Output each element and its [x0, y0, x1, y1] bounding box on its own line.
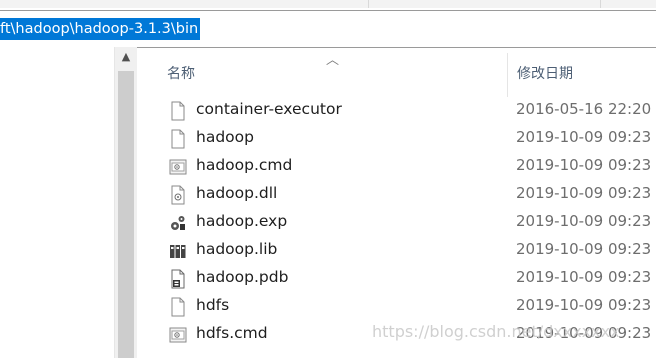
column-header: ︿ 名称 修改日期 [137, 47, 656, 97]
toolbar-divider [600, 0, 601, 8]
blank-file-icon [171, 297, 185, 317]
file-name: hadoop.exp [196, 212, 288, 230]
file-date: 2016-05-16 22:20 [516, 100, 652, 118]
blank-file-icon [171, 129, 185, 149]
file-row[interactable]: hadoop.cmd 2019-10-09 09:23 [137, 153, 656, 181]
file-row[interactable]: container-executor 2016-05-16 22:20 [137, 97, 656, 125]
file-date: 2019-10-09 09:23 [516, 324, 652, 342]
file-name: hadoop.lib [196, 240, 278, 258]
column-header-name[interactable]: 名称 [167, 63, 195, 83]
file-row[interactable]: hdfs.cmd 2019-10-09 09:23 [137, 321, 656, 349]
scroll-up-arrow-icon[interactable]: ▲ [115, 47, 137, 67]
file-date: 2019-10-09 09:23 [516, 296, 652, 314]
sort-ascending-icon[interactable]: ︿ [326, 49, 339, 68]
file-row[interactable]: hadoop.pdb 2019-10-09 09:23 [137, 265, 656, 293]
lib-file-icon [170, 245, 186, 258]
dll-file-icon [171, 185, 185, 205]
file-row[interactable]: hadoop.dll 2019-10-09 09:23 [137, 181, 656, 209]
cmd-file-icon [169, 159, 187, 175]
file-date: 2019-10-09 09:23 [516, 240, 652, 258]
exp-file-icon [171, 216, 185, 230]
file-name: hdfs [196, 296, 230, 314]
cmd-file-icon [169, 327, 187, 343]
file-date: 2019-10-09 09:23 [516, 268, 652, 286]
file-name: hdfs.cmd [196, 324, 268, 342]
top-toolbar-strip [0, 0, 656, 8]
file-date: 2019-10-09 09:23 [516, 184, 652, 202]
column-header-date-modified[interactable]: 修改日期 [517, 63, 573, 83]
file-date: 2019-10-09 09:23 [516, 156, 652, 174]
file-name: hadoop.cmd [196, 156, 293, 174]
blank-file-icon [171, 101, 185, 121]
file-row[interactable]: hadoop.lib 2019-10-09 09:23 [137, 237, 656, 265]
file-name: container-executor [196, 100, 342, 118]
file-name: hadoop.pdb [196, 268, 289, 286]
file-row[interactable]: hdfs 2019-10-09 09:23 [137, 293, 656, 321]
file-name: hadoop [196, 128, 254, 146]
scroll-thumb[interactable] [118, 71, 134, 358]
file-date: 2019-10-09 09:23 [516, 128, 652, 146]
file-list: container-executor 2016-05-16 22:20 hado… [137, 97, 656, 349]
file-row[interactable]: hadoop 2019-10-09 09:23 [137, 125, 656, 153]
navigation-pane[interactable] [0, 47, 114, 358]
pdb-file-icon [171, 269, 185, 289]
file-name: hadoop.dll [196, 184, 278, 202]
address-bar[interactable]: ft\hadoop\hadoop-3.1.3\bin [0, 10, 656, 48]
address-path-text[interactable]: ft\hadoop\hadoop-3.1.3\bin [0, 18, 201, 40]
file-list-pane: ︿ 名称 修改日期 container-executor 2016-05-16 … [137, 47, 656, 358]
toolbar-divider [368, 0, 369, 8]
navigation-scrollbar[interactable]: ▲ [114, 47, 137, 358]
file-row[interactable]: hadoop.exp 2019-10-09 09:23 [137, 209, 656, 237]
column-divider[interactable] [507, 53, 508, 97]
file-date: 2019-10-09 09:23 [516, 212, 652, 230]
